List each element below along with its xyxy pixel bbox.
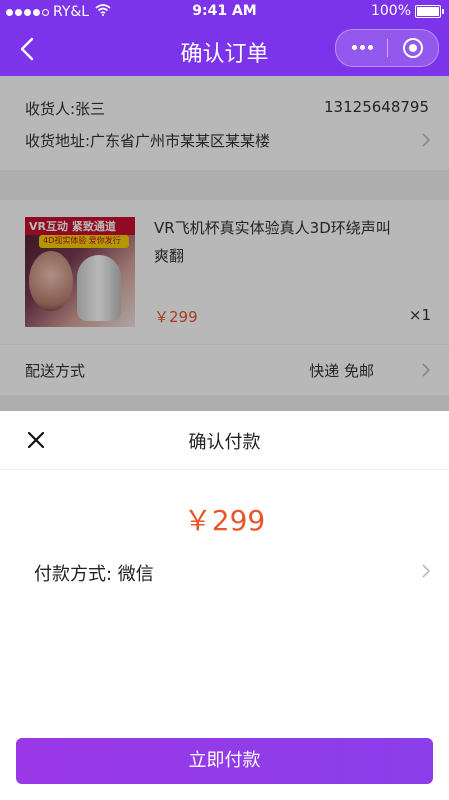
battery-area: 100% bbox=[370, 3, 444, 19]
battery-icon bbox=[415, 4, 444, 18]
battery-percent: 100% bbox=[370, 3, 411, 19]
payment-sheet: 确认付款 ￥299 付款方式: 微信 立即付款 bbox=[0, 411, 449, 800]
more-dots-icon[interactable] bbox=[352, 45, 373, 50]
status-bar: RY&L 9:41 AM 100% bbox=[0, 0, 449, 24]
capsule-divider bbox=[387, 39, 388, 57]
payment-sheet-header: 确认付款 bbox=[0, 411, 449, 470]
pay-now-button[interactable]: 立即付款 bbox=[16, 738, 433, 784]
modal-overlay[interactable] bbox=[0, 76, 449, 411]
payment-amount: ￥299 bbox=[183, 504, 266, 537]
close-target-icon[interactable] bbox=[402, 37, 424, 59]
mini-program-capsule bbox=[335, 29, 439, 67]
payment-method[interactable]: 付款方式: 微信 bbox=[34, 560, 154, 586]
payment-sheet-title: 确认付款 bbox=[188, 432, 261, 453]
chevron-right-icon[interactable] bbox=[421, 563, 431, 579]
nav-bar: 确认订单 bbox=[0, 24, 449, 76]
